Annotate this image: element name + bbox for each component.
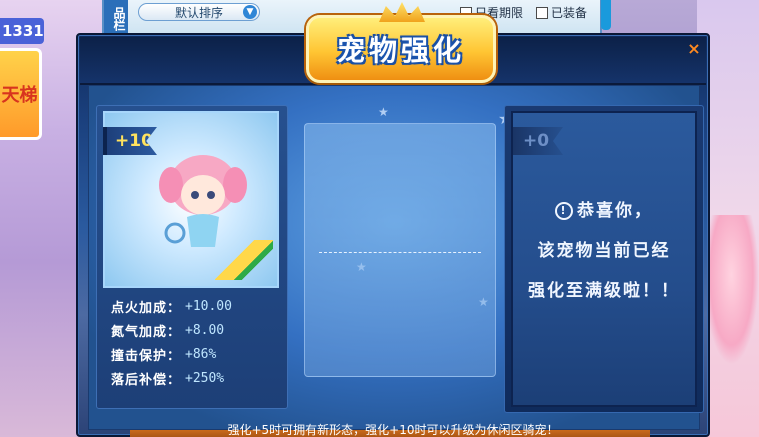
pet-card: +10 点火加成： +10.00 氮气加成： +8.00 撞击保护： +86% … bbox=[96, 105, 288, 409]
message-line-1: 恭喜你， bbox=[577, 201, 653, 221]
stat-value: +250% bbox=[185, 370, 225, 386]
stat-label: 撞击保护： bbox=[111, 348, 182, 364]
slot-divider bbox=[319, 252, 481, 253]
inventory-scrollbar[interactable] bbox=[601, 0, 611, 30]
pet-badge-icon bbox=[215, 240, 273, 280]
stat-row: 点火加成： +10.00 bbox=[111, 294, 281, 318]
stat-row: 落后补偿： +250% bbox=[111, 366, 281, 390]
background-character bbox=[704, 215, 759, 365]
pet-level-badge: +10 bbox=[103, 127, 157, 155]
stat-label: 氮气加成： bbox=[111, 324, 182, 340]
inventory-tab[interactable]: 品栏 bbox=[104, 0, 128, 36]
pet-stats: 点火加成： +10.00 氮气加成： +8.00 撞击保护： +86% 落后补偿… bbox=[111, 294, 281, 390]
stat-label: 点火加成： bbox=[111, 300, 182, 316]
pet-portrait: +10 bbox=[103, 111, 279, 288]
sort-dropdown[interactable]: 默认排序 ▼ bbox=[138, 3, 260, 21]
sort-dropdown-label: 默认排序 bbox=[175, 5, 224, 20]
result-level-badge: +0 bbox=[513, 127, 563, 155]
ranking-number-badge: 1331 bbox=[0, 18, 44, 44]
star-decoration-icon: ★ bbox=[378, 105, 389, 119]
stat-value: +10.00 bbox=[185, 298, 232, 314]
stat-row: 氮气加成： +8.00 bbox=[111, 318, 281, 342]
checkbox-equipped[interactable]: 已装备 bbox=[536, 4, 587, 21]
material-slot[interactable] bbox=[304, 123, 496, 377]
result-panel: +0 ! 恭喜你， 该宠物当前已经 强化至满级啦！！ bbox=[511, 111, 697, 407]
stat-row: 撞击保护： +86% bbox=[111, 342, 281, 366]
checkbox-icon[interactable] bbox=[536, 6, 548, 19]
close-button[interactable]: × bbox=[685, 38, 703, 58]
checkbox-equipped-label: 已装备 bbox=[551, 6, 588, 20]
stat-value: +8.00 bbox=[185, 322, 225, 338]
max-level-message: ! 恭喜你， 该宠物当前已经 强化至满级啦！！ bbox=[521, 191, 687, 311]
dialog-title: 宠物强化 bbox=[336, 34, 465, 67]
message-line-2: 该宠物当前已经 bbox=[537, 241, 671, 261]
stat-value: +86% bbox=[185, 346, 217, 362]
upgrade-hint: 强化+5时可拥有新形态，强化+10时可以升级为休闲区骑宠！ bbox=[227, 423, 559, 437]
exclamation-icon: ! bbox=[555, 202, 573, 220]
pet-upgrade-dialog: ★ ★ ★ ★ 宠物强化 × +10 点火加成： +10. bbox=[76, 15, 710, 437]
close-icon: × bbox=[687, 38, 701, 58]
dialog-title-plaque: 宠物强化 bbox=[306, 15, 496, 83]
message-line-3: 强化至满级啦！！ bbox=[528, 281, 680, 301]
stat-label: 落后补偿： bbox=[111, 372, 182, 388]
result-card: +0 ! 恭喜你， 该宠物当前已经 强化至满级啦！！ bbox=[504, 105, 704, 413]
ladder-banner[interactable]: 天梯 bbox=[0, 48, 42, 140]
chevron-down-icon: ▼ bbox=[243, 5, 257, 19]
